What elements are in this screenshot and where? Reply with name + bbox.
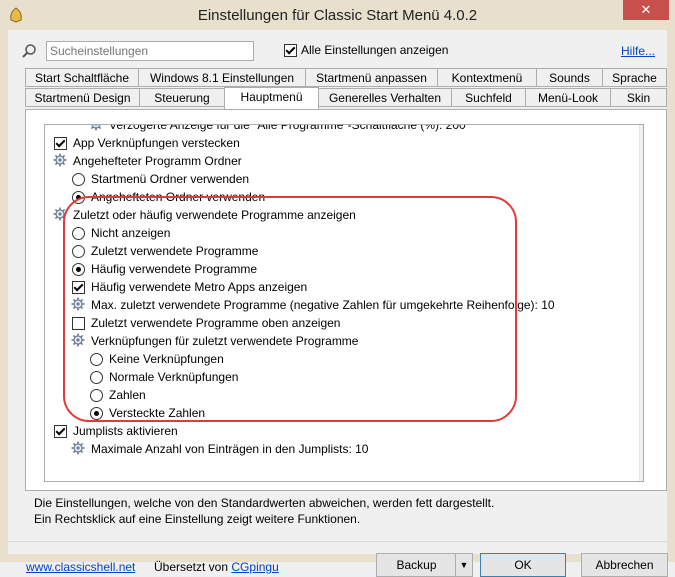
settings-gear-icon (71, 441, 85, 455)
setting-label: Zahlen (109, 388, 146, 402)
scroll-thumb[interactable] (643, 177, 644, 285)
search-input[interactable] (46, 41, 254, 61)
tab-skin[interactable]: Skin (610, 88, 667, 107)
tab-startmenue-design[interactable]: Startmenü Design (25, 88, 140, 107)
setting-label: Nicht anzeigen (91, 226, 171, 240)
checkbox[interactable] (72, 281, 85, 294)
checkbox[interactable] (54, 425, 67, 438)
radio-button[interactable] (72, 191, 85, 204)
scroll-up-icon[interactable]: ▲ (640, 125, 643, 142)
settings-tree: Maximale Anzahl von Einträgen in den Jum… (44, 124, 644, 482)
translator-link[interactable]: CGpingu (231, 560, 278, 574)
tab-menue-look[interactable]: Menü-Look (525, 88, 611, 107)
setting-label: Zuletzt oder häufig verwendete Programme… (73, 208, 356, 222)
tab-startmenue-anpassen[interactable]: Startmenü anpassen (305, 68, 438, 87)
window-title: Einstellungen für Classic Start Menü 4.0… (197, 7, 478, 24)
radio-button[interactable] (90, 407, 103, 420)
tab-sounds[interactable]: Sounds (536, 68, 603, 87)
tab-generelles-verhalten[interactable]: Generelles Verhalten (318, 88, 452, 107)
vertical-scrollbar[interactable]: ▲ ▼ (639, 125, 644, 481)
checkbox[interactable] (54, 137, 67, 150)
tab-hauptmenue[interactable]: Hauptmenü (224, 87, 319, 109)
close-icon: ✕ (640, 2, 652, 17)
settings-gear-icon (89, 125, 103, 131)
radio-button[interactable] (90, 389, 103, 402)
window-frame-left (0, 30, 8, 562)
setting-label: Zuletzt verwendete Programme (91, 244, 259, 258)
tab-windows-81-einstellungen[interactable]: Windows 8.1 Einstellungen (138, 68, 306, 87)
show-all-label: Alle Einstellungen anzeigen (301, 43, 449, 57)
setting-label: Maximale Anzahl von Einträgen in den Jum… (91, 442, 369, 456)
ok-button[interactable]: OK (480, 553, 566, 577)
window-frame-right (667, 30, 675, 562)
backup-button[interactable]: Backup ▼ (376, 553, 473, 577)
setting-label: Keine Verknüpfungen (109, 352, 224, 366)
radio-button[interactable] (72, 173, 85, 186)
setting-label: Jumplists aktivieren (73, 424, 178, 438)
scroll-down-icon[interactable]: ▼ (640, 464, 643, 481)
setting-label: Angehefteten Ordner verwenden (91, 190, 266, 204)
close-button[interactable]: ✕ (623, 0, 669, 20)
setting-label: Verknüpfungen für zuletzt verwendete Pro… (91, 334, 359, 348)
setting-label: Häufig verwendete Metro Apps anzeigen (91, 280, 308, 294)
setting-label: Verzögerte Anzeige für die "Alle Program… (109, 124, 466, 132)
settings-note: Die Einstellungen, welche von den Standa… (34, 495, 494, 527)
settings-gear-icon (53, 207, 67, 221)
setting-label: App Verknüpfungen verstecken (73, 136, 240, 150)
help-link[interactable]: Hilfe... (621, 44, 655, 58)
settings-gear-icon (71, 333, 85, 347)
radio-button[interactable] (72, 227, 85, 240)
cancel-button[interactable]: Abbrechen (581, 553, 668, 577)
tab-suchfeld[interactable]: Suchfeld (451, 88, 526, 107)
translator-credit: Übersetzt von CGpingu (154, 560, 279, 574)
translated-by-label: Übersetzt von (154, 560, 229, 574)
radio-button[interactable] (72, 263, 85, 276)
dialog-client: Alle Einstellungen anzeigen Hilfe... Sta… (8, 30, 668, 577)
setting-label: Zuletzt verwendete Programme oben anzeig… (91, 316, 341, 330)
title-bar: Einstellungen für Classic Start Menü 4.0… (0, 0, 675, 30)
checkbox[interactable] (72, 317, 85, 330)
setting-label: Angehefteter Programm Ordner (73, 154, 242, 168)
settings-gear-icon (53, 153, 67, 167)
note-line-rightclick: Ein Rechtsklick auf eine Einstellung zei… (34, 512, 361, 526)
radio-button[interactable] (90, 371, 103, 384)
show-all-check[interactable] (284, 44, 297, 58)
settings-tabs: Start Schaltfläche Windows 8.1 Einstellu… (25, 68, 667, 110)
tab-kontextmenue[interactable]: Kontextmenü (437, 68, 537, 87)
tab-sprache[interactable]: Sprache (602, 68, 667, 87)
setting-label: Versteckte Zahlen (109, 406, 206, 420)
setting-label: Max. zuletzt verwendete Programme (negat… (91, 298, 555, 312)
chevron-down-icon[interactable]: ▼ (455, 554, 472, 576)
radio-button[interactable] (90, 353, 103, 366)
show-all-settings-checkbox[interactable]: Alle Einstellungen anzeigen (284, 43, 449, 58)
settings-gear-icon (71, 297, 85, 311)
search-icon (22, 44, 36, 58)
setting-label: Startmenü Ordner verwenden (91, 172, 250, 186)
tab-steuerung[interactable]: Steuerung (139, 88, 225, 107)
website-link[interactable]: www.classicshell.net (26, 560, 135, 574)
footer-separator (8, 541, 667, 542)
setting-label: Häufig verwendete Programme (91, 262, 258, 276)
note-line-bold: Die Einstellungen, welche von den Standa… (34, 496, 495, 510)
setting-label: Normale Verknüpfungen (109, 370, 239, 384)
backup-button-label: Backup (396, 558, 437, 572)
tab-start-schaltflaeche[interactable]: Start Schaltfläche (25, 68, 139, 87)
radio-button[interactable] (72, 245, 85, 258)
tab-panel-hauptmenue: Maximale Anzahl von Einträgen in den Jum… (25, 109, 667, 491)
